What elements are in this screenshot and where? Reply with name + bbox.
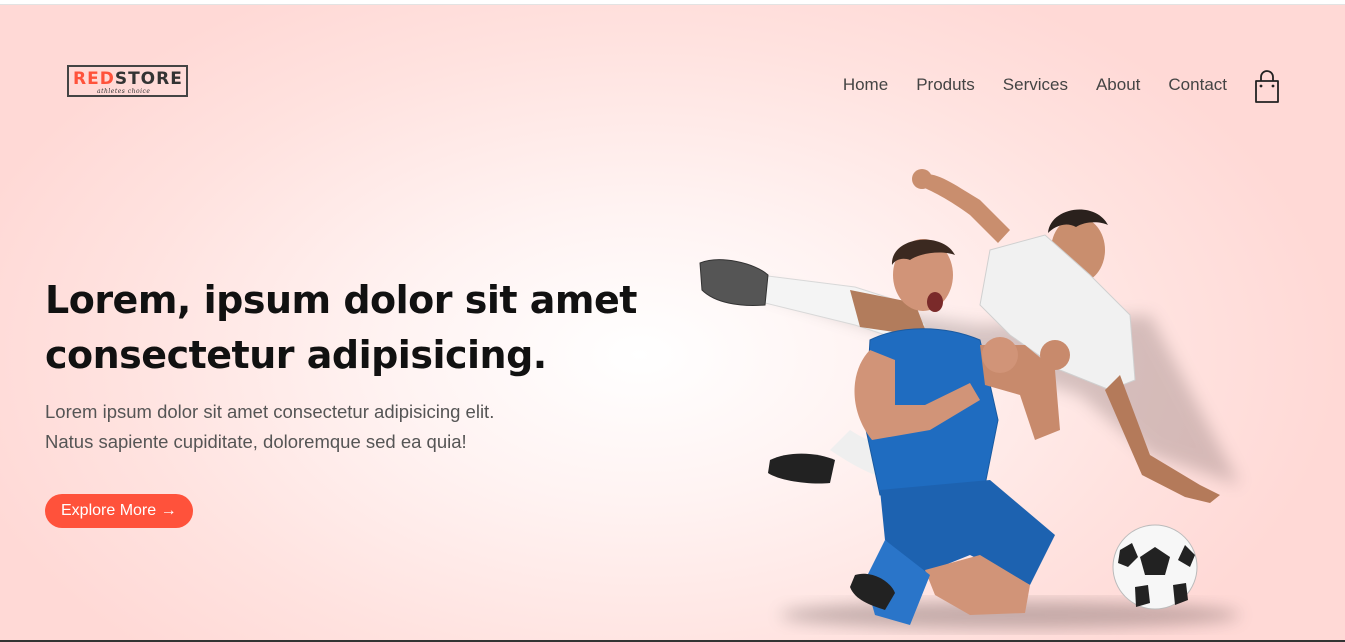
main-nav: Home Produts Services About Contact (815, 75, 1227, 95)
logo-red-text: RED (73, 69, 115, 89)
explore-more-button[interactable]: Explore More → (45, 494, 193, 528)
nav-home[interactable]: Home (843, 75, 888, 95)
nav-products[interactable]: Produts (916, 75, 975, 95)
logo-tagline: athletes choice (97, 88, 151, 95)
hero-description-line-1: Lorem ipsum dolor sit amet consectetur a… (45, 401, 495, 422)
redstore-logo[interactable]: REDSTORE athletes choice (67, 65, 188, 97)
soccer-ball (1112, 524, 1198, 610)
logo-store-text: STORE (114, 69, 183, 89)
football-players-image (699, 169, 1240, 629)
hero-description-line-2: Natus sapiente cupiditate, doloremque se… (45, 431, 467, 452)
hero-description: Lorem ipsum dolor sit amet consectetur a… (45, 397, 605, 457)
shopping-bag-icon[interactable] (1252, 69, 1282, 105)
nav-services[interactable]: Services (1003, 75, 1068, 95)
nav-about[interactable]: About (1096, 75, 1140, 95)
nav-contact[interactable]: Contact (1168, 75, 1227, 95)
hero-title-line-2: consectetur adipisicing. (45, 333, 547, 377)
hero-title: Lorem, ipsum dolor sit amet consectetur … (45, 273, 685, 383)
hero-section: REDSTORE athletes choice Home Produts Se… (0, 4, 1345, 642)
hero-title-line-1: Lorem, ipsum dolor sit amet (45, 278, 637, 322)
